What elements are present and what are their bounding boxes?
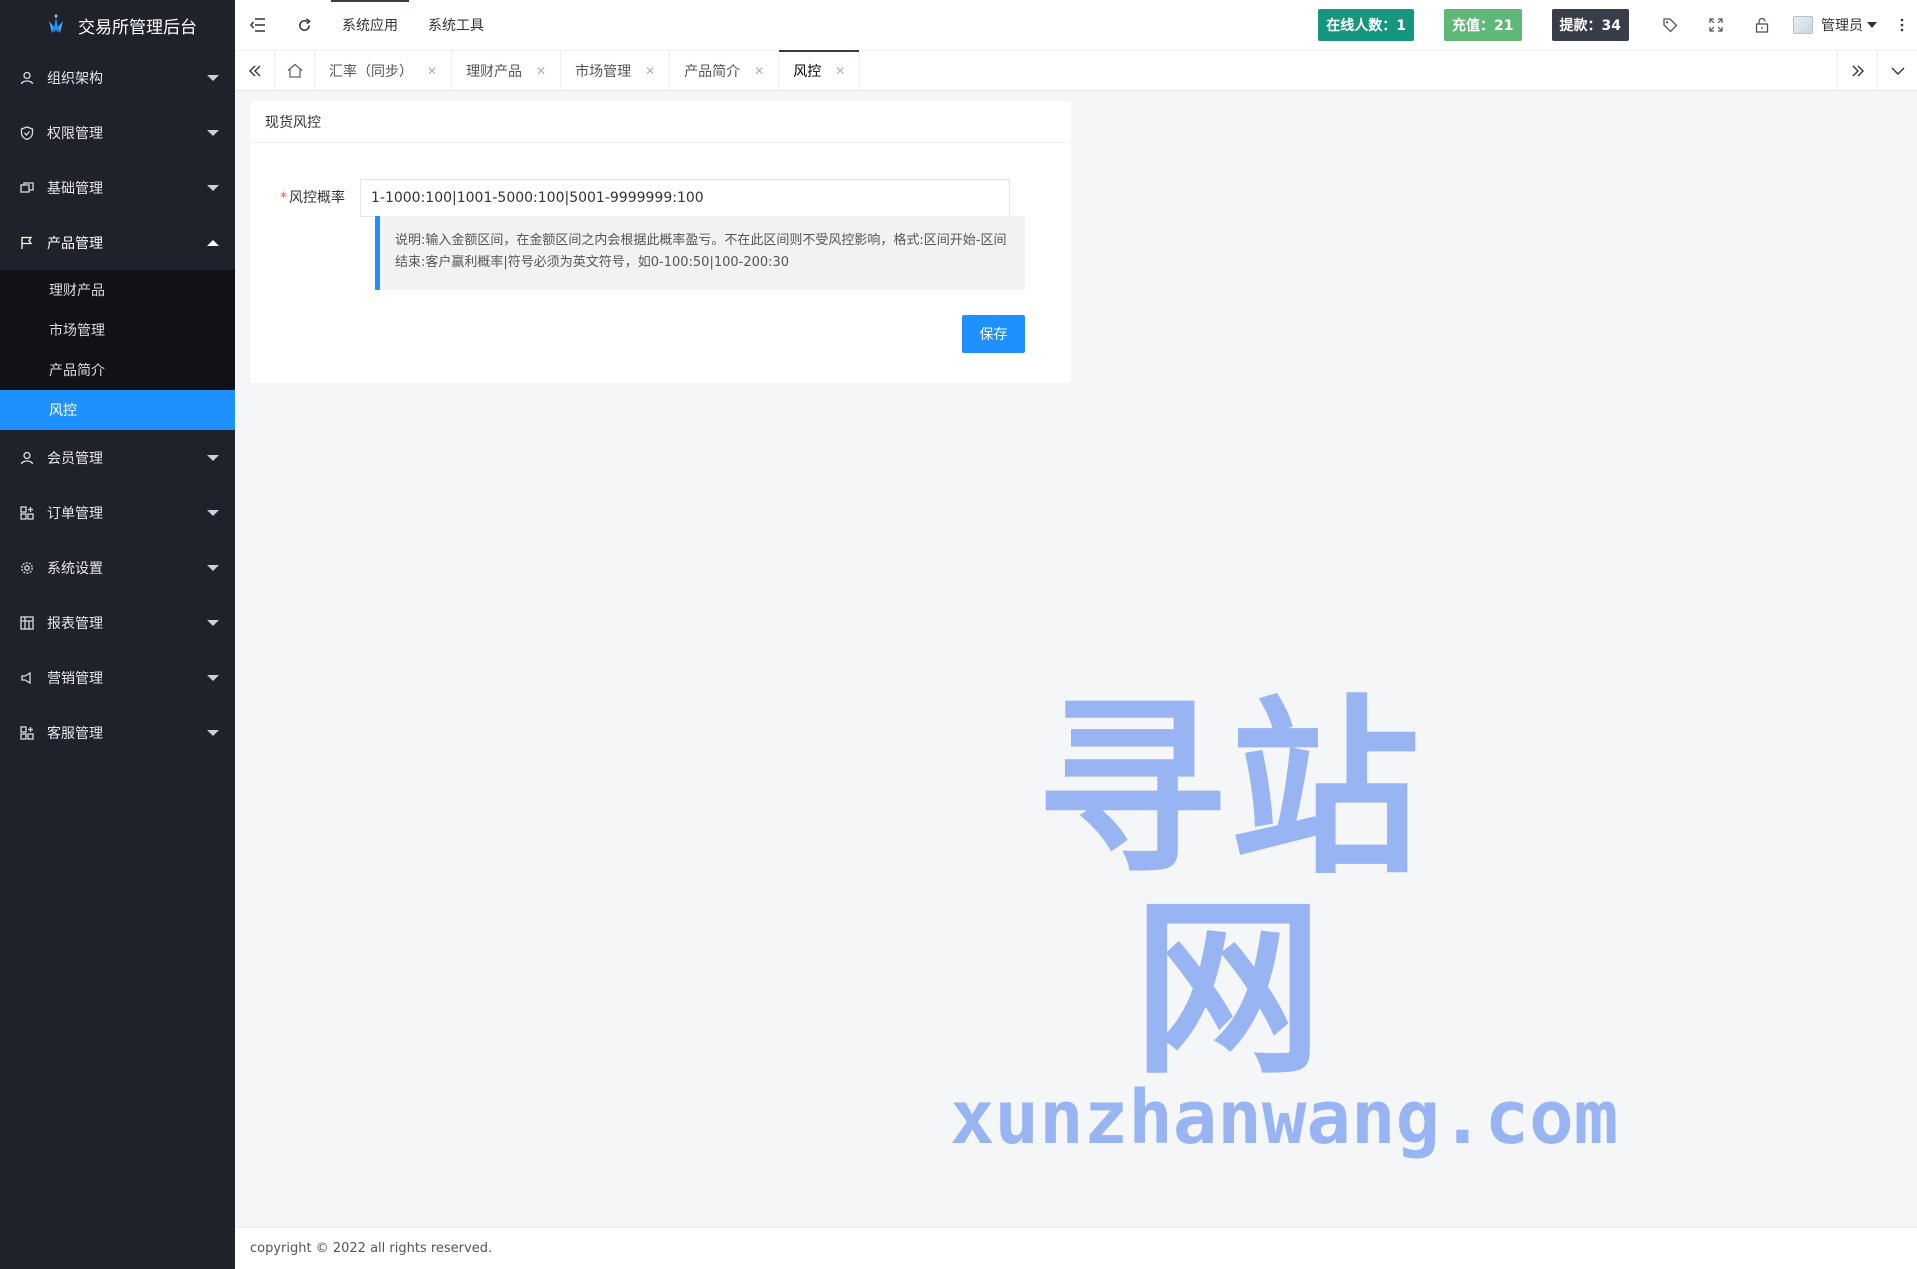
tabs-scroll-right[interactable] xyxy=(1837,51,1877,90)
shield-icon xyxy=(19,125,35,141)
chevron-down-icon xyxy=(207,509,219,516)
help-note: 说明:输入金额区间，在金额区间之内会根据此概率盈亏。不在此区间则不受风控影响，格… xyxy=(375,216,1025,290)
risk-probability-row: * 风控概率 xyxy=(250,179,1010,217)
sidebar-item-service[interactable]: 客服管理 xyxy=(0,705,235,760)
chevron-down-icon xyxy=(207,564,219,571)
card-title: 现货风控 xyxy=(250,101,1071,143)
lock-screen-button[interactable] xyxy=(1739,0,1785,50)
avatar xyxy=(1793,16,1813,34)
chevron-down-icon xyxy=(207,74,219,81)
table-icon xyxy=(19,615,35,631)
more-vertical-icon xyxy=(1900,18,1904,32)
refresh-icon xyxy=(298,17,311,31)
top-header: 系统应用 系统工具 在线人数：1 充值：21 提款：34 管理员 xyxy=(235,0,1917,50)
sidebar-menu-lower: 会员管理 订单管理 系统设置 报表管理 营销管理 客服管理 xyxy=(0,430,235,760)
grid-icon xyxy=(19,725,35,741)
user-menu[interactable]: 管理员 xyxy=(1785,0,1887,50)
user-icon xyxy=(19,450,35,466)
risk-control-card: 现货风控 *风控概率 说明:输入金额区间，在金额区间之内会根据此概率盈亏。不在此… xyxy=(250,101,1071,383)
flag-icon xyxy=(19,235,35,251)
sidebar-item-settings[interactable]: 系统设置 xyxy=(0,540,235,595)
sidebar: 交易所管理后台 组织架构 权限管理 基础管理 产品管理 理财产品 市场管理 产品… xyxy=(0,0,235,1269)
close-icon[interactable]: ✕ xyxy=(427,64,437,78)
tag-icon xyxy=(1663,18,1678,33)
lock-icon xyxy=(1755,17,1769,33)
double-chevron-left-icon xyxy=(248,65,260,76)
grid-icon xyxy=(19,505,35,521)
save-button[interactable]: 保存 xyxy=(962,315,1025,353)
watermark-cn: 寻站网 xyxy=(1035,679,1424,1100)
tab-exchange-rate[interactable]: 汇率（同步） ✕ xyxy=(315,51,453,90)
close-icon[interactable]: ✕ xyxy=(835,64,845,78)
sidebar-item-permission[interactable]: 权限管理 xyxy=(0,105,235,160)
double-chevron-right-icon xyxy=(1852,65,1864,76)
submenu-item-intro[interactable]: 产品简介 xyxy=(0,350,235,390)
more-button[interactable] xyxy=(1887,0,1917,50)
sidebar-item-marketing[interactable]: 营销管理 xyxy=(0,650,235,705)
cards-icon xyxy=(19,180,35,196)
fullscreen-button[interactable] xyxy=(1693,0,1739,50)
tab-wealth-products[interactable]: 理财产品 ✕ xyxy=(452,51,562,90)
submenu-item-risk[interactable]: 风控 xyxy=(0,390,235,430)
nav-system-apps[interactable]: 系统应用 xyxy=(327,0,413,50)
app-title: 交易所管理后台 xyxy=(78,17,197,38)
logo-icon xyxy=(49,14,63,33)
caret-down-icon xyxy=(1867,22,1877,28)
copyright-text: copyright © 2022 all rights reserved. xyxy=(250,1241,493,1256)
chevron-down-icon xyxy=(207,129,219,136)
close-icon[interactable]: ✕ xyxy=(754,64,764,78)
required-mark: * xyxy=(280,190,287,206)
close-icon[interactable]: ✕ xyxy=(536,64,546,78)
online-count-badge[interactable]: 在线人数：1 xyxy=(1318,9,1415,41)
tabs-scroll-left[interactable] xyxy=(235,51,275,90)
tab-home[interactable] xyxy=(275,51,315,90)
chevron-down-icon xyxy=(207,619,219,626)
tag-button[interactable] xyxy=(1647,0,1693,50)
gear-icon xyxy=(19,560,35,576)
page-tabs: 汇率（同步） ✕ 理财产品 ✕ 市场管理 ✕ 产品简介 ✕ 风控 ✕ xyxy=(235,50,1917,91)
sidebar-item-org[interactable]: 组织架构 xyxy=(0,50,235,105)
collapse-sidebar-button[interactable] xyxy=(235,0,281,50)
withdraw-badge[interactable]: 提款：34 xyxy=(1551,9,1629,41)
fullscreen-icon xyxy=(1709,18,1723,32)
submenu-item-market[interactable]: 市场管理 xyxy=(0,310,235,350)
logo[interactable]: 交易所管理后台 xyxy=(0,0,235,50)
risk-probability-input[interactable] xyxy=(360,179,1010,217)
chevron-down-icon xyxy=(207,674,219,681)
submenu-item-wealth[interactable]: 理财产品 xyxy=(0,270,235,310)
sidebar-item-product[interactable]: 产品管理 xyxy=(0,215,235,270)
watermark-en: xunzhanwang.com xyxy=(950,1075,1619,1161)
recharge-badge[interactable]: 充值：21 xyxy=(1444,9,1522,41)
sidebar-item-report[interactable]: 报表管理 xyxy=(0,595,235,650)
sidebar-item-member[interactable]: 会员管理 xyxy=(0,430,235,485)
nav-system-tools[interactable]: 系统工具 xyxy=(413,0,499,50)
footer: copyright © 2022 all rights reserved. xyxy=(235,1227,1917,1269)
tab-market-management[interactable]: 市场管理 ✕ xyxy=(561,51,671,90)
risk-probability-label: * 风控概率 xyxy=(280,190,345,206)
tab-risk-control[interactable]: 风控 ✕ xyxy=(779,50,861,90)
tabs-options[interactable] xyxy=(1877,51,1917,90)
sidebar-item-basic[interactable]: 基础管理 xyxy=(0,160,235,215)
home-icon xyxy=(287,63,302,78)
menu-fold-icon xyxy=(250,18,265,32)
chevron-up-icon xyxy=(207,239,219,246)
chevron-down-icon xyxy=(1891,67,1904,75)
user-icon xyxy=(19,70,35,86)
close-icon[interactable]: ✕ xyxy=(645,64,655,78)
chevron-down-icon xyxy=(207,729,219,736)
chevron-down-icon xyxy=(207,454,219,461)
megaphone-icon xyxy=(19,670,35,686)
chevron-down-icon xyxy=(207,184,219,191)
sidebar-menu: 组织架构 权限管理 基础管理 产品管理 xyxy=(0,50,235,270)
watermark: 寻站网 xunzhanwang.com xyxy=(950,679,1619,1161)
refresh-button[interactable] xyxy=(281,0,327,50)
user-name: 管理员 xyxy=(1821,18,1863,34)
tab-product-intro[interactable]: 产品简介 ✕ xyxy=(670,51,780,90)
product-submenu: 理财产品 市场管理 产品简介 风控 xyxy=(0,270,235,430)
sidebar-item-order[interactable]: 订单管理 xyxy=(0,485,235,540)
